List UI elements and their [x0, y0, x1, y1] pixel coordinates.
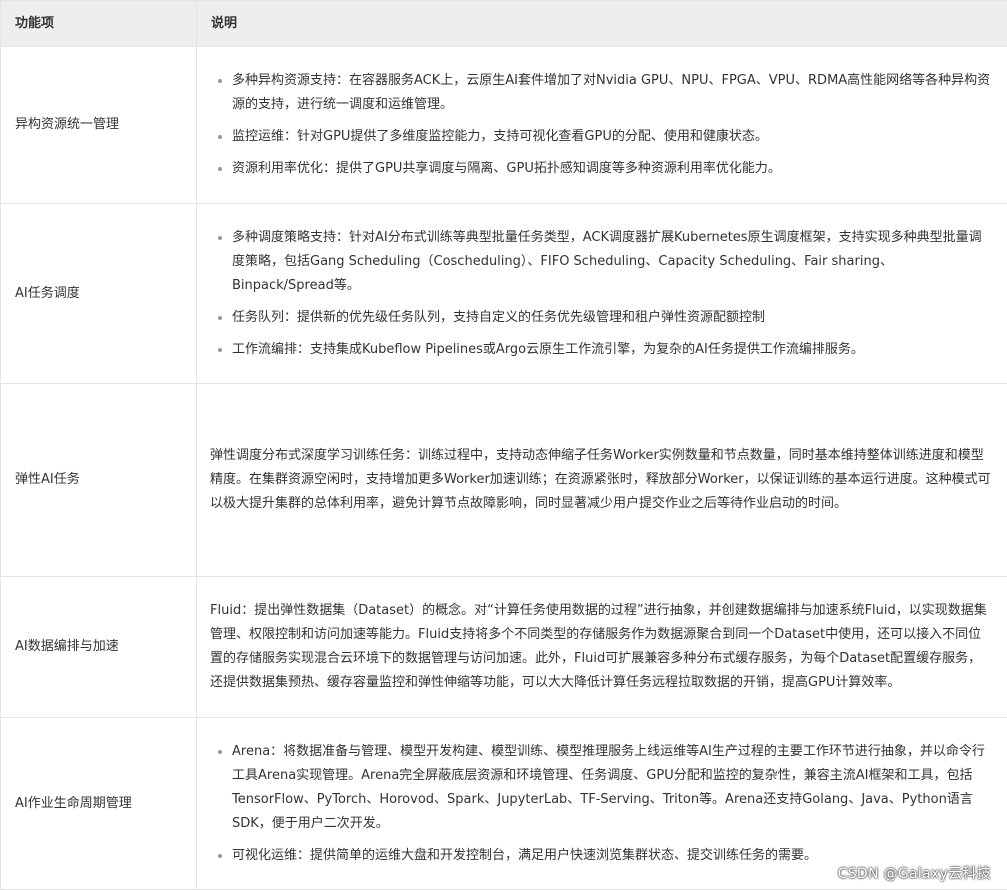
list-item: 工作流编排：支持集成Kubeflow Pipelines或Argo云原生工作流引…	[218, 338, 991, 362]
table-row: AI数据编排与加速 Fluid：提出弹性数据集（Dataset）的概念。对“计算…	[0, 576, 1007, 718]
feature-name: AI作业生命周期管理	[0, 717, 197, 890]
feature-name: AI任务调度	[0, 203, 197, 384]
list-item: 任务队列：提供新的优先级任务队列，支持自定义的任务优先级管理和租户弹性资源配额控…	[218, 306, 991, 330]
table-row: 弹性AI任务 弹性调度分布式深度学习训练任务：训练过程中，支持动态伸缩子任务Wo…	[0, 383, 1007, 577]
bullet-list: 多种调度策略支持：针对AI分布式训练等典型批量任务类型，ACK调度器扩展Kube…	[210, 226, 991, 362]
description-text: Fluid：提出弹性数据集（Dataset）的概念。对“计算任务使用数据的过程”…	[210, 603, 987, 690]
table-row: 异构资源统一管理 多种异构资源支持：在容器服务ACK上，云原生AI套件增加了对N…	[0, 46, 1007, 204]
feature-description: 多种异构资源支持：在容器服务ACK上，云原生AI套件增加了对Nvidia GPU…	[196, 46, 1007, 204]
bullet-list: Arena：将数据准备与管理、模型开发构建、模型训练、模型推理服务上线运维等AI…	[210, 740, 991, 868]
feature-name: AI数据编排与加速	[0, 576, 197, 718]
feature-table: 功能项 说明 异构资源统一管理 多种异构资源支持：在容器服务ACK上，云原生AI…	[0, 0, 1007, 890]
list-item: 资源利用率优化：提供了GPU共享调度与隔离、GPU拓扑感知调度等多种资源利用率优…	[218, 157, 991, 181]
feature-description: 多种调度策略支持：针对AI分布式训练等典型批量任务类型，ACK调度器扩展Kube…	[196, 203, 1007, 384]
csdn-watermark: CSDN @Galaxy云科技	[837, 866, 991, 882]
list-item: 监控运维：针对GPU提供了多维度监控能力，支持可视化查看GPU的分配、使用和健康…	[218, 125, 991, 149]
table-row: AI任务调度 多种调度策略支持：针对AI分布式训练等典型批量任务类型，ACK调度…	[0, 203, 1007, 384]
header-description: 说明	[196, 0, 1007, 47]
description-text: 弹性调度分布式深度学习训练任务：训练过程中，支持动态伸缩子任务Worker实例数…	[210, 448, 991, 511]
feature-description: 弹性调度分布式深度学习训练任务：训练过程中，支持动态伸缩子任务Worker实例数…	[196, 383, 1007, 577]
list-item: 多种异构资源支持：在容器服务ACK上，云原生AI套件增加了对Nvidia GPU…	[218, 69, 991, 117]
feature-description: Fluid：提出弹性数据集（Dataset）的概念。对“计算任务使用数据的过程”…	[196, 576, 1007, 718]
header-feature: 功能项	[0, 0, 197, 47]
feature-name: 弹性AI任务	[0, 383, 197, 577]
table-header-row: 功能项 说明	[0, 0, 1007, 47]
bullet-list: 多种异构资源支持：在容器服务ACK上，云原生AI套件增加了对Nvidia GPU…	[210, 69, 991, 181]
feature-name: 异构资源统一管理	[0, 46, 197, 204]
list-item: Arena：将数据准备与管理、模型开发构建、模型训练、模型推理服务上线运维等AI…	[218, 740, 991, 836]
list-item: 多种调度策略支持：针对AI分布式训练等典型批量任务类型，ACK调度器扩展Kube…	[218, 226, 991, 298]
